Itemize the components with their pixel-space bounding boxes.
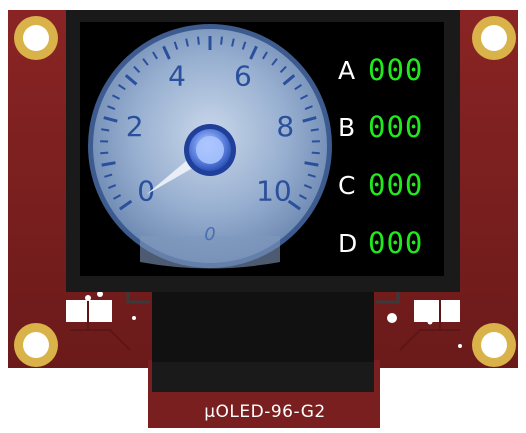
- gauge-tick: [221, 37, 222, 45]
- channel-c-value: 000: [368, 171, 423, 200]
- channel-a-value: 000: [368, 56, 423, 85]
- mounting-hole-top-left: [14, 16, 58, 60]
- gauge-tick: [100, 153, 108, 154]
- gauge-scale-label: 6: [234, 59, 252, 92]
- channel-a-readout: A 000: [338, 53, 448, 87]
- channel-b-value: 000: [368, 113, 423, 142]
- channel-c-readout: C 000: [338, 168, 448, 202]
- channel-d-value: 000: [368, 229, 423, 258]
- mounting-hole-bottom-left: [14, 323, 58, 367]
- board-notch-right: [414, 300, 460, 322]
- gauge-scale-label: 8: [276, 110, 294, 143]
- gauge-tick: [198, 37, 199, 45]
- gauge-scale-label: 0: [137, 175, 155, 208]
- channel-b-readout: B 000: [338, 110, 448, 144]
- mounting-hole-bottom-right: [472, 323, 516, 367]
- oled-module: 0 24 68 10 0 A 000 B 000 C 000 D 000 µOLED-…: [0, 0, 526, 428]
- channel-d-readout: D 000: [338, 226, 448, 260]
- gauge-scale-label: 4: [168, 59, 186, 92]
- gauge-tick: [312, 153, 320, 154]
- gauge-center-value: 0: [204, 224, 215, 245]
- gauge-scale-label: 2: [126, 110, 144, 143]
- model-label: µOLED-96-G2: [150, 402, 380, 422]
- mounting-hole-top-right: [472, 16, 516, 60]
- gauge-tick: [101, 129, 109, 130]
- channel-d-label: D: [338, 229, 368, 258]
- gauge: 0 24 68 10 0: [88, 24, 332, 269]
- channel-c-label: C: [338, 171, 368, 200]
- channel-b-label: B: [338, 113, 368, 142]
- flex-ribbon: [152, 286, 374, 364]
- flex-ribbon-lower: [152, 362, 374, 392]
- gauge-tick: [311, 129, 319, 130]
- gauge-scale-label: 10: [256, 175, 292, 208]
- channel-a-label: A: [338, 56, 368, 85]
